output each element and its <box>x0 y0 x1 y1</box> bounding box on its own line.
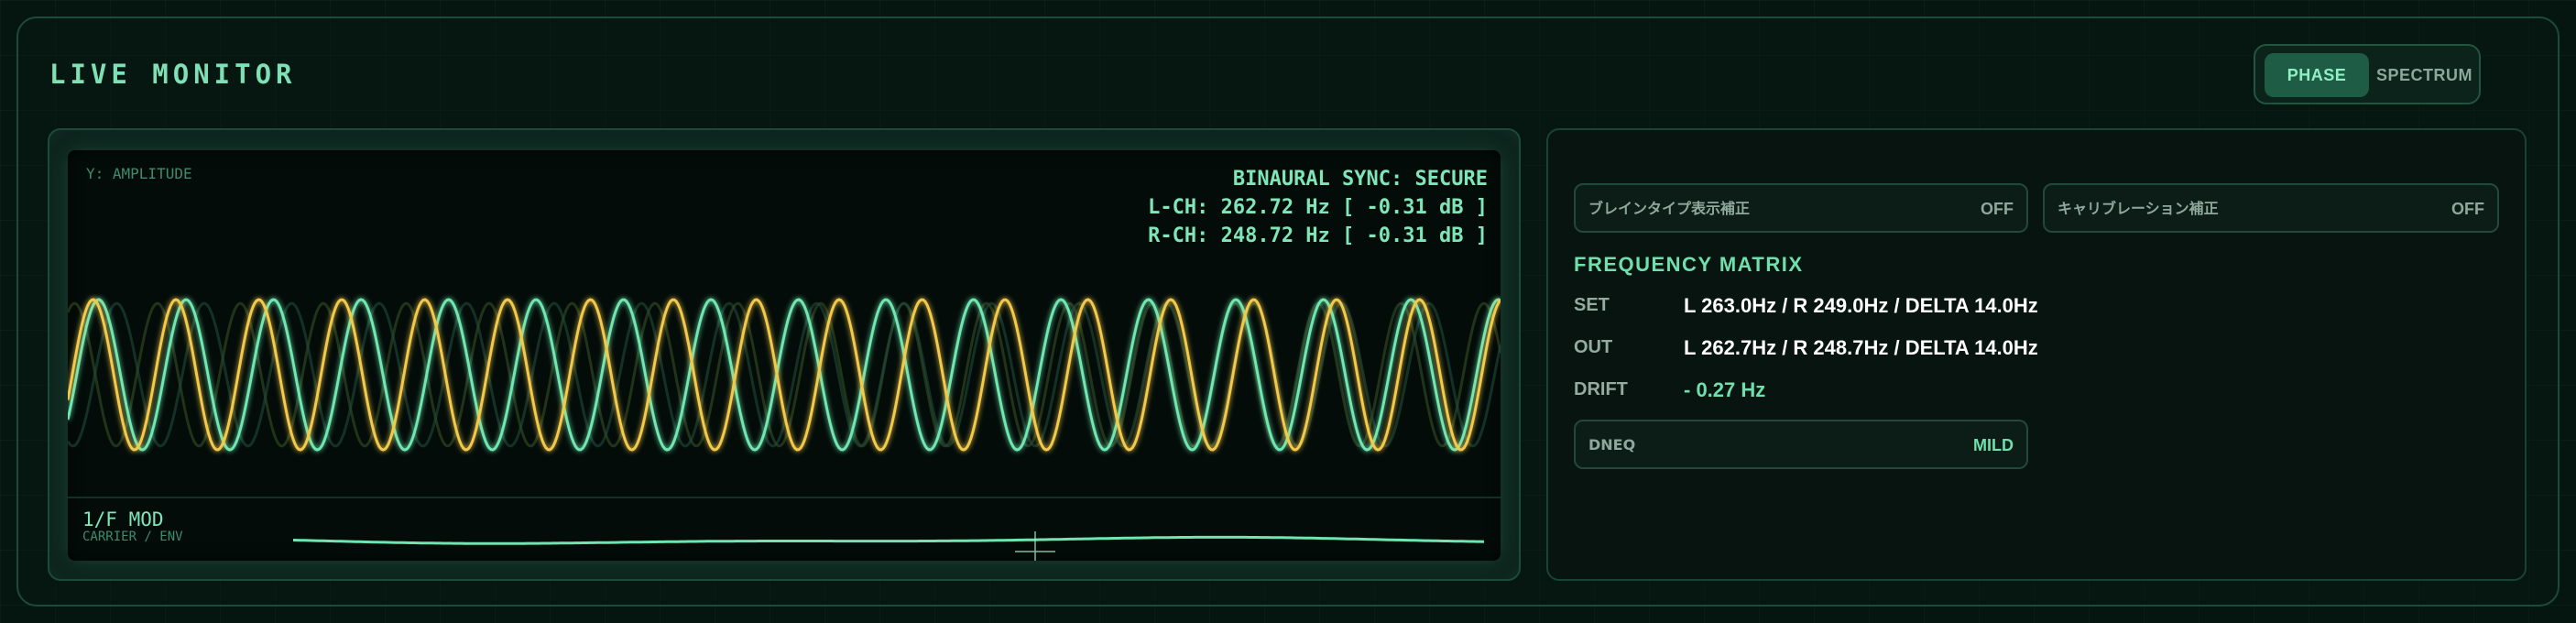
envelope-line <box>292 535 1485 545</box>
phase-mode-button[interactable]: PHASE <box>2265 53 2369 97</box>
calibration-correction-toggle[interactable]: キャリブレーション補正 OFF <box>2043 183 2499 233</box>
brain-type-correction-label: ブレインタイプ表示補正 <box>1588 200 1751 217</box>
set-value: L 263.0Hz / R 249.0Hz / DELTA 14.0Hz <box>1684 294 2038 317</box>
crosshair-icon[interactable] <box>1015 531 1055 561</box>
spectrum-mode-button[interactable]: SPECTRUM <box>2376 53 2472 97</box>
out-value: L 262.7Hz / R 248.7Hz / DELTA 14.0Hz <box>1684 336 2038 359</box>
brain-type-correction-toggle[interactable]: ブレインタイプ表示補正 OFF <box>1574 183 2028 233</box>
waveform-plot <box>68 298 1501 452</box>
page-title: LIVE MONITOR <box>49 59 297 90</box>
out-key: OUT <box>1574 337 1613 357</box>
brain-type-correction-value: OFF <box>1981 200 2014 218</box>
drift-value: - 0.27 Hz <box>1684 378 1766 401</box>
calibration-correction-label: キャリブレーション補正 <box>2058 200 2219 217</box>
modulation-envelope <box>292 531 1485 561</box>
dneq-selector[interactable]: DNEQ MILD <box>1574 420 2028 469</box>
drift-key: DRIFT <box>1574 379 1628 399</box>
y-axis-label: Y: AMPLITUDE <box>86 165 192 182</box>
frequency-matrix-title: FREQUENCY MATRIX <box>1574 253 1804 276</box>
view-mode-toggle: PHASE SPECTRUM <box>2254 44 2481 104</box>
dneq-value: MILD <box>1973 436 2014 454</box>
channel-readout: BINAURAL SYNC: SECURE L-CH: 262.72 Hz [ -… <box>1148 165 1488 250</box>
set-key: SET <box>1574 295 1610 315</box>
oscilloscope-display: Y: AMPLITUDE BINAURAL SYNC: SECURE L-CH: … <box>68 150 1501 561</box>
sync-status: BINAURAL SYNC: SECURE <box>1232 168 1488 191</box>
calibration-correction-value: OFF <box>2451 200 2484 218</box>
right-wave-ghost <box>68 301 1501 448</box>
dneq-label: DNEQ <box>1588 436 1636 454</box>
right-channel-readout: R-CH: 248.72 Hz [ -0.31 dB ] <box>1148 224 1488 247</box>
left-channel-readout: L-CH: 262.72 Hz [ -0.31 dB ] <box>1148 196 1488 219</box>
